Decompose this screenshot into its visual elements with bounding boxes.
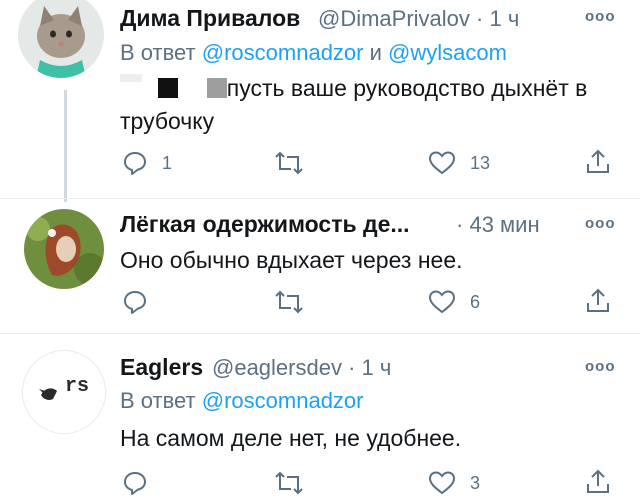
like-count: 13 (470, 152, 491, 173)
tweet-2[interactable]: Лёгкая одержимость де... · 43 мин ооо Он… (0, 199, 640, 333)
share-icon (587, 288, 609, 312)
author-handle[interactable]: @eaglersdev (212, 355, 342, 380)
reply-and: и (369, 40, 382, 65)
like-count: 3 (470, 472, 481, 493)
timestamp[interactable]: 1 ч (490, 6, 520, 31)
tweet-text-body: пусть ваше руководство дыхнёт в трубочку (120, 75, 588, 134)
cat-avatar-icon (18, 0, 104, 78)
thread-line (64, 90, 67, 202)
author-name[interactable]: Дима Привалов (120, 5, 300, 32)
portrait-avatar-icon (24, 209, 104, 289)
like-icon (428, 151, 456, 175)
mention-link[interactable]: @roscomnadzor (202, 40, 364, 65)
reply-to: В ответ @roscomnadzor и @wylsacom (120, 40, 507, 66)
like-count: 6 (470, 291, 481, 312)
reply-to: В ответ @roscomnadzor (120, 388, 364, 414)
like-button[interactable]: 3 (428, 470, 480, 496)
tweet-meta: · 43 мин (456, 212, 540, 238)
share-button[interactable] (584, 468, 612, 496)
eagle-logo-icon (39, 388, 57, 400)
reply-icon (124, 472, 146, 495)
tweet-text: На самом деле нет, не удобнее. (120, 425, 462, 451)
mention-link[interactable]: @roscomnadzor (202, 388, 364, 413)
author-name[interactable]: Лёгкая одержимость де... (120, 211, 410, 238)
avatar[interactable] (18, 0, 104, 78)
retweet-button[interactable] (274, 470, 304, 496)
redacted-block (120, 74, 142, 82)
share-icon (587, 469, 609, 493)
separator-dot: · (456, 212, 464, 237)
avatar-logo-text: rs (65, 375, 90, 398)
avatar[interactable] (24, 209, 104, 289)
tweet-meta: @eaglersdev · 1 ч (212, 355, 391, 381)
mention-link[interactable]: @wylsacom (388, 40, 507, 65)
retweet-button[interactable] (274, 150, 304, 176)
reply-button[interactable] (122, 470, 148, 496)
retweet-icon (275, 151, 303, 175)
like-button[interactable]: 13 (428, 150, 490, 176)
more-icon[interactable]: ооо (585, 358, 616, 375)
more-icon[interactable]: ооо (585, 8, 616, 25)
reply-icon (124, 291, 146, 314)
reply-button[interactable]: 1 (122, 150, 172, 176)
like-button[interactable]: 6 (428, 289, 480, 315)
separator-dot: · (348, 355, 356, 380)
tweet-3[interactable]: rs Eaglers @eaglersdev · 1 ч ооо В ответ… (0, 334, 640, 500)
tweet-meta: @DimaPrivalov · 1 ч (318, 6, 519, 32)
redacted-block (206, 78, 227, 98)
separator-dot: · (476, 6, 484, 31)
reply-prefix: В ответ (120, 40, 196, 65)
more-icon[interactable]: ооо (585, 215, 616, 232)
author-name[interactable]: Eaglers (120, 354, 203, 381)
reply-prefix: В ответ (120, 388, 196, 413)
tweet-1[interactable]: Дима Привалов @DimaPrivalov · 1 ч ооо В … (0, 0, 640, 202)
redacted-block (158, 78, 179, 98)
share-button[interactable] (584, 148, 612, 176)
timestamp[interactable]: 1 ч (362, 355, 392, 380)
share-button[interactable] (584, 287, 612, 315)
reply-count: 1 (162, 152, 173, 173)
reply-button[interactable] (122, 289, 148, 315)
author-handle[interactable]: @DimaPrivalov (318, 6, 470, 31)
retweet-icon (275, 471, 303, 495)
like-icon (428, 471, 456, 495)
retweet-icon (275, 290, 303, 314)
tweet-text: Оно обычно вдыхает через нее. (120, 247, 463, 273)
avatar[interactable]: rs (22, 350, 106, 434)
retweet-button[interactable] (274, 289, 304, 315)
reply-icon (124, 152, 146, 175)
timestamp[interactable]: 43 мин (469, 212, 539, 237)
tweet-text: пусть ваше руководство дыхнёт в трубочку (120, 72, 620, 138)
share-icon (587, 149, 609, 173)
like-icon (428, 290, 456, 314)
